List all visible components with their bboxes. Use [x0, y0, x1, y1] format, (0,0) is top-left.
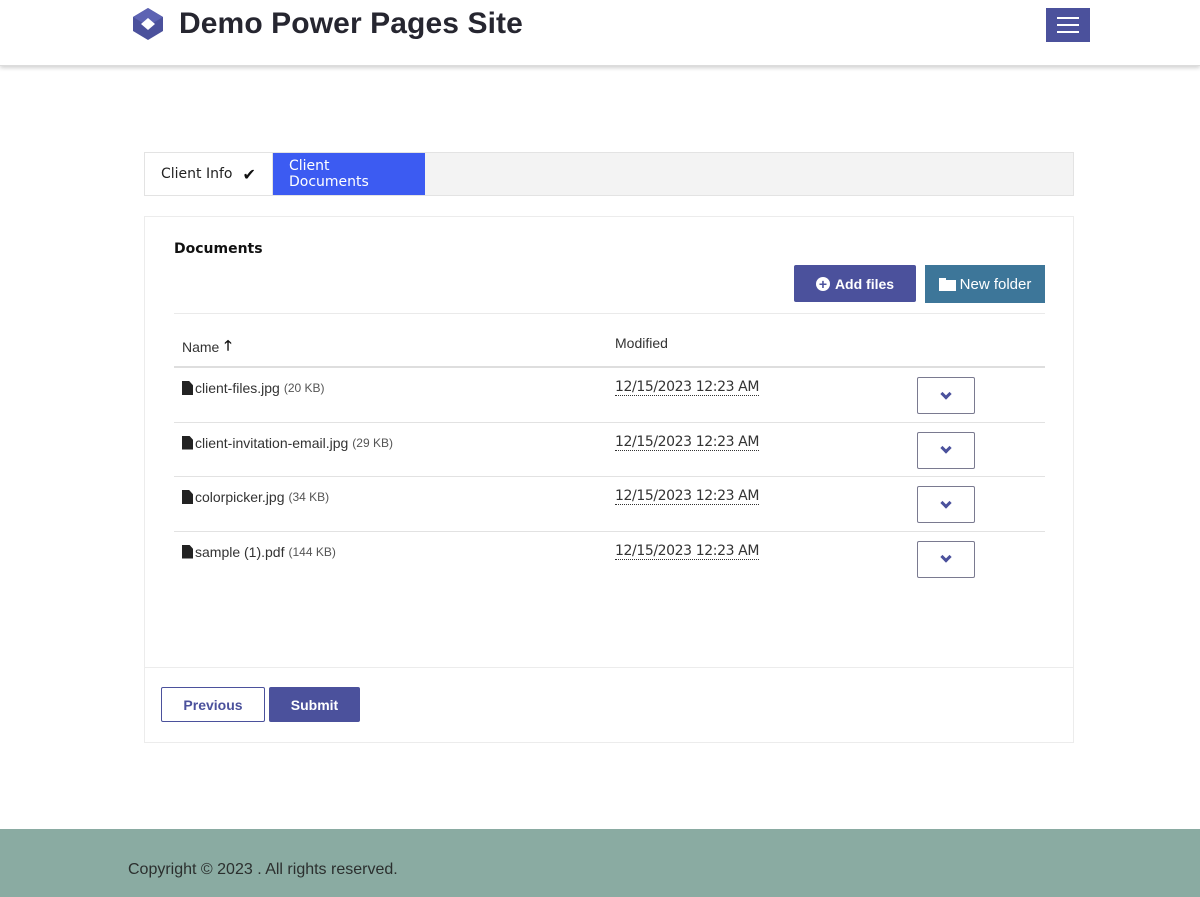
chevron-down-icon [940, 442, 952, 454]
row-actions-dropdown[interactable] [917, 540, 975, 578]
file-icon [182, 381, 193, 395]
file-link[interactable]: client-files.jpg [195, 380, 280, 396]
table-row: sample (1).pdf (144 KB) 12/15/2023 12:23… [174, 532, 1045, 587]
hamburger-menu-button[interactable] [1046, 8, 1090, 42]
row-actions-dropdown[interactable] [917, 431, 975, 469]
column-header-name[interactable]: Name 🡑 [182, 335, 232, 359]
file-icon [182, 544, 193, 559]
add-files-button[interactable]: + Add files [794, 265, 916, 302]
documents-title: Documents [174, 241, 263, 257]
site-footer: Copyright © 2023 . All rights reserved. [0, 829, 1200, 897]
table-row: client-files.jpg (20 KB) 12/15/2023 12:2… [174, 368, 1045, 423]
file-icon [182, 490, 193, 504]
file-size: (144 KB) [288, 544, 336, 559]
file-link[interactable]: colorpicker.jpg [195, 489, 285, 505]
file-icon [182, 435, 193, 450]
column-header-modified[interactable]: Modified [615, 335, 668, 351]
submit-button[interactable]: Submit [269, 687, 360, 722]
modified-date: 12/15/2023 12:23 AM [615, 379, 759, 396]
file-size: (20 KB) [283, 381, 325, 395]
form-steps: Client Info ✔ Client Documents [144, 152, 1074, 196]
new-folder-button[interactable]: New folder [925, 265, 1045, 303]
row-actions-dropdown[interactable] [917, 486, 975, 523]
table-header: Name 🡑 Modified [174, 313, 1045, 368]
checkmark-icon: ✔ [242, 164, 256, 184]
modified-date: 12/15/2023 12:23 AM [615, 488, 759, 505]
file-link[interactable]: sample (1).pdf [195, 544, 284, 560]
hamburger-menu-icon [1057, 17, 1079, 19]
folder-icon [938, 277, 956, 291]
sort-ascending-icon: 🡑 [224, 337, 232, 353]
file-size: (29 KB) [352, 435, 393, 450]
table-row: colorpicker.jpg (34 KB) 12/15/2023 12:23… [174, 477, 1045, 532]
plus-circle-icon: + [815, 276, 830, 291]
modified-date: 12/15/2023 12:23 AM [615, 542, 759, 560]
modified-date: 12/15/2023 12:23 AM [615, 433, 759, 451]
documents-table: Name 🡑 Modified client-files.jpg (20 KB)… [174, 313, 1045, 586]
brand[interactable]: Demo Power Pages Site [132, 7, 523, 41]
chevron-down-icon [940, 496, 952, 509]
chevron-down-icon [940, 387, 952, 400]
row-actions-dropdown[interactable] [917, 377, 975, 414]
table-row: client-invitation-email.jpg (29 KB) 12/1… [174, 423, 1045, 477]
copyright-text: Copyright © 2023 . All rights reserved. [128, 861, 398, 878]
file-size: (34 KB) [288, 490, 330, 504]
site-header: Demo Power Pages Site [0, 0, 1200, 66]
step-client-info[interactable]: Client Info ✔ [145, 153, 273, 195]
step-label: Client Info [161, 166, 233, 182]
diamond-logo-icon [133, 8, 163, 40]
site-title: Demo Power Pages Site [179, 7, 523, 40]
file-link[interactable]: client-invitation-email.jpg [195, 435, 348, 451]
step-client-documents[interactable]: Client Documents [273, 153, 425, 195]
step-label: Client Documents [289, 158, 369, 190]
chevron-down-icon [940, 551, 952, 563]
documents-panel: Documents + Add files New folder Name 🡑 … [144, 216, 1074, 743]
previous-button[interactable]: Previous [161, 687, 265, 722]
divider [145, 667, 1073, 668]
